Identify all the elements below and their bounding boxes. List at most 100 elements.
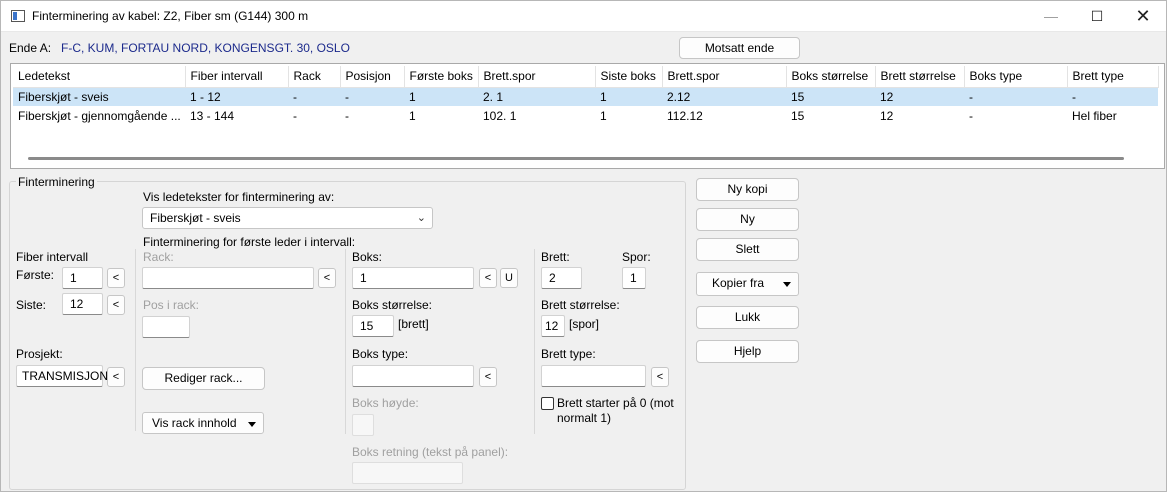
table-cell: - (345, 108, 349, 123)
boks-hoyde-input[interactable] (352, 414, 374, 436)
brett-storrelse-input[interactable]: 12 (541, 315, 565, 337)
column-header-rack[interactable]: Rack (288, 66, 341, 88)
brett-storrelse-unit: [spor] (569, 317, 600, 331)
boks-label: Boks: (352, 250, 383, 264)
column-header-brett-type[interactable]: Brett type (1067, 66, 1159, 88)
separator (135, 249, 136, 431)
table-cell: 1 - 12 (185, 87, 288, 106)
column-header-fiber-intervall[interactable]: Fiber intervall (185, 66, 289, 88)
table-cell: 2. 1 (478, 87, 595, 106)
column-header-siste-boks[interactable]: Siste boks (595, 66, 663, 88)
table-cell: - (964, 87, 1067, 106)
forste-pick-button[interactable]: < (107, 268, 125, 288)
column-header-brett-spor-first[interactable]: Brett.spor (478, 66, 596, 88)
column-header-boks-type[interactable]: Boks type (964, 66, 1068, 88)
hjelp-button[interactable]: Hjelp (696, 340, 799, 363)
boks-storrelse-label: Boks størrelse: (352, 298, 433, 312)
lukk-button[interactable]: Lukk (696, 306, 799, 329)
prosjekt-input[interactable]: TRANSMISJON (16, 365, 108, 387)
rack-input[interactable] (142, 267, 314, 289)
spor-label: Spor: (622, 250, 651, 264)
minimize-button[interactable]: — (1028, 1, 1074, 32)
table-row[interactable]: Fiberskjøt - sveis 1 - 12 - - 1 2. 1 1 2… (13, 87, 1158, 106)
brett-type-input[interactable] (541, 365, 646, 387)
siste-pick-button[interactable]: < (107, 295, 125, 315)
siste-input[interactable]: 12 (62, 293, 103, 315)
app-window-icon (11, 10, 25, 22)
table-cell: Fiberskjøt - gjennomgående ... (18, 108, 181, 123)
window-title: Finterminering av kabel: Z2, Fiber sm (G… (32, 9, 309, 23)
chevron-down-icon: ⌄ (416, 212, 426, 224)
brett-input[interactable]: 2 (541, 267, 582, 289)
title-bar: Finterminering av kabel: Z2, Fiber sm (G… (1, 1, 1166, 32)
column-header-posisjon[interactable]: Posisjon (340, 66, 405, 88)
slett-button[interactable]: Slett (696, 238, 799, 261)
pos-i-rack-label: Pos i rack: (143, 298, 200, 312)
rack-pick-button[interactable]: < (318, 268, 336, 288)
termination-table: Ledetekst Fiber intervall Rack Posisjon … (10, 63, 1165, 169)
table-cell: 112.12 (667, 108, 703, 123)
separator (534, 249, 535, 434)
end-a-value: F-C, KUM, FORTAU NORD, KONGENSGT. 30, OS… (61, 41, 350, 55)
boks-type-input[interactable] (352, 365, 474, 387)
first-leader-label: Finterminering for første leder i interv… (143, 235, 356, 249)
forste-input[interactable]: 1 (62, 267, 103, 289)
boks-storrelse-input[interactable]: 15 (352, 315, 394, 337)
prosjekt-label: Prosjekt: (16, 347, 63, 361)
separator (345, 249, 346, 434)
boks-storrelse-unit: [brett] (398, 317, 429, 331)
table-cell: 12 (875, 87, 964, 106)
table-cell: Fiberskjøt - sveis (13, 87, 185, 106)
motsatt-ende-button[interactable]: Motsatt ende (679, 37, 800, 59)
column-header-brett-storrelse[interactable]: Brett størrelse (875, 66, 965, 88)
prosjekt-pick-button[interactable]: < (107, 367, 125, 387)
brett-type-pick-button[interactable]: < (651, 367, 669, 387)
boks-hoyde-label: Boks høyde: (352, 396, 419, 410)
table-cell: 102. 1 (483, 108, 517, 123)
horizontal-scrollbar[interactable] (28, 157, 1124, 160)
boks-u-button[interactable]: U (500, 268, 518, 288)
boks-retning-input[interactable] (352, 462, 463, 484)
column-header-boks-storrelse[interactable]: Boks størrelse (786, 66, 876, 88)
table-cell: 1 (409, 108, 416, 123)
ledetekst-select-value: Fiberskjøt - sveis (150, 211, 241, 225)
table-cell: 13 - 144 (190, 108, 235, 123)
kopier-fra-button[interactable]: Kopier fra (696, 272, 799, 296)
table-cell: 1 (404, 87, 478, 106)
boks-input[interactable]: 1 (352, 267, 474, 289)
group-title: Finterminering (16, 175, 97, 189)
vis-rack-innhold-button[interactable]: Vis rack innhold (142, 412, 264, 434)
dropdown-arrow-icon (783, 282, 791, 287)
maximize-button[interactable]: ☐ (1074, 1, 1120, 32)
brett-starter-checkbox[interactable] (541, 397, 554, 410)
brett-storrelse-label: Brett størrelse: (541, 298, 620, 312)
table-cell: 1 (595, 87, 662, 106)
brett-type-label: Brett type: (541, 347, 596, 361)
dialog-window: Finterminering av kabel: Z2, Fiber sm (G… (0, 0, 1167, 492)
column-header-ledetekst[interactable]: Ledetekst (13, 66, 186, 88)
table-cell: - (969, 108, 973, 123)
column-header-brett-spor-last[interactable]: Brett.spor (662, 66, 787, 88)
table-row[interactable]: Fiberskjøt - gjennomgående ... 13 - 144 … (13, 106, 1158, 125)
rack-label: Rack: (143, 250, 174, 264)
close-button[interactable]: ✕ (1120, 1, 1166, 32)
ny-kopi-button[interactable]: Ny kopi (696, 178, 799, 201)
ledetekst-select[interactable]: Fiberskjøt - sveis ⌄ (142, 207, 433, 229)
forste-label: Første: (16, 268, 54, 282)
table-cell: - (1067, 87, 1158, 106)
brett-starter-label-line2: normalt 1) (557, 411, 612, 425)
table-cell: - (288, 87, 340, 106)
ny-button[interactable]: Ny (696, 208, 799, 231)
fiber-intervall-label: Fiber intervall (16, 250, 89, 264)
table-cell: 12 (880, 108, 894, 123)
table-cell: 15 (791, 108, 805, 123)
rediger-rack-button[interactable]: Rediger rack... (142, 367, 265, 390)
boks-pick-button[interactable]: < (479, 268, 497, 288)
brett-starter-label-line1: Brett starter på 0 (mot (557, 396, 674, 410)
table-cell: 15 (786, 87, 875, 106)
column-header-forste-boks[interactable]: Første boks (404, 66, 479, 88)
pos-i-rack-input[interactable] (142, 316, 190, 338)
table-cell: 2.12 (662, 87, 786, 106)
spor-input[interactable]: 1 (622, 267, 646, 289)
boks-type-pick-button[interactable]: < (479, 367, 497, 387)
